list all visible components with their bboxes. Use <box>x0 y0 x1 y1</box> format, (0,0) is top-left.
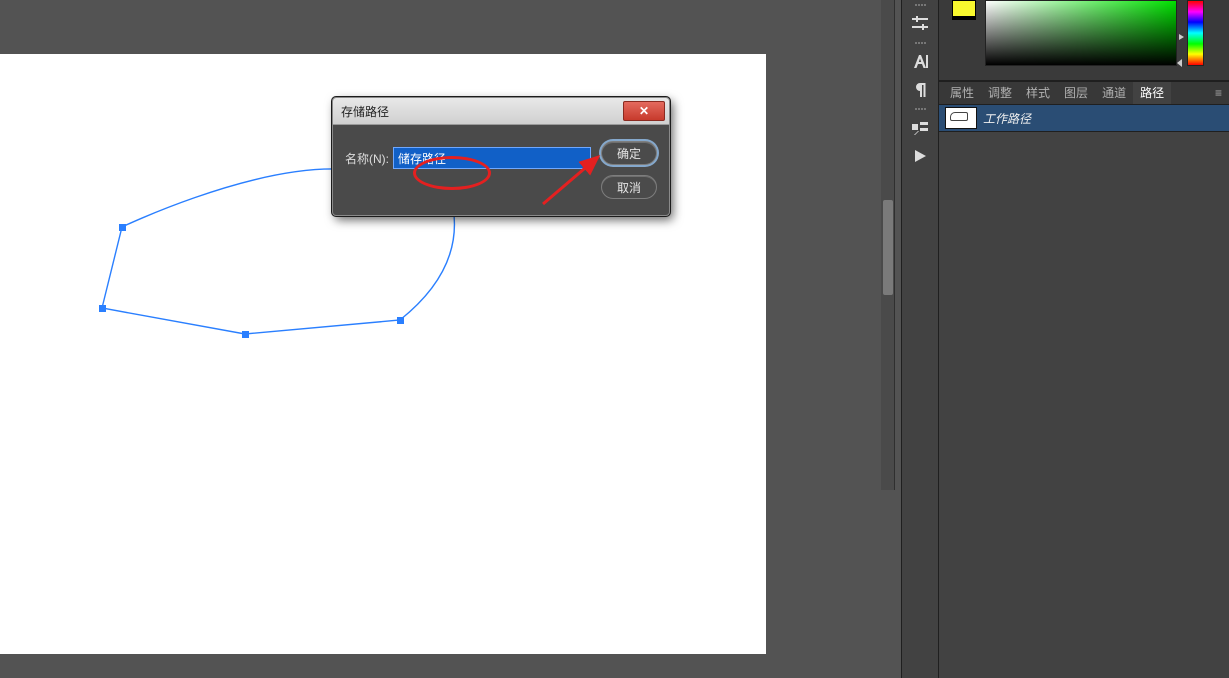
character-icon <box>911 53 929 71</box>
dialog-title: 存储路径 <box>341 103 389 120</box>
play-icon <box>912 148 928 164</box>
canvas-vertical-scrollbar[interactable] <box>881 0 895 490</box>
path-item[interactable]: 工作路径 <box>939 105 1229 132</box>
color-spectrum[interactable] <box>985 0 1177 66</box>
hue-indicator-icon <box>1179 34 1184 40</box>
cancel-button[interactable]: 取消 <box>601 175 657 199</box>
panel-tabbar: 属性 调整 样式 图层 通道 路径 ≡ <box>939 81 1229 105</box>
fg-bg-swatch[interactable] <box>947 0 979 28</box>
name-label: 名称(N): <box>345 150 389 167</box>
actions-panel-icon[interactable] <box>901 142 939 170</box>
collapsed-panels-strip <box>901 0 939 678</box>
panel-grip[interactable] <box>901 40 939 46</box>
dialog-body: 名称(N): 确定 取消 <box>333 125 669 215</box>
close-button[interactable]: ✕ <box>623 101 665 121</box>
character-panel-icon[interactable] <box>901 48 939 76</box>
paragraph-icon <box>911 81 929 99</box>
path-name-input[interactable] <box>393 147 591 169</box>
save-path-dialog: 存储路径 ✕ 名称(N): 确定 取消 <box>332 97 670 216</box>
paragraph-panel-icon[interactable] <box>901 76 939 104</box>
foreground-swatch[interactable] <box>952 0 976 20</box>
tab-channels[interactable]: 通道 <box>1095 82 1133 104</box>
scrollbar-thumb[interactable] <box>883 200 893 295</box>
ruler-icon <box>911 119 929 137</box>
right-panel-column: 属性 调整 样式 图层 通道 路径 ≡ 工作路径 <box>939 0 1229 678</box>
tab-adjustments[interactable]: 调整 <box>981 82 1019 104</box>
tab-styles[interactable]: 样式 <box>1019 82 1057 104</box>
measure-panel-icon[interactable] <box>901 114 939 142</box>
dialog-titlebar[interactable]: 存储路径 ✕ <box>333 98 669 125</box>
panel-grip[interactable] <box>901 2 939 8</box>
ok-button[interactable]: 确定 <box>601 141 657 165</box>
panel-menu-icon[interactable]: ≡ <box>1209 82 1229 104</box>
path-thumbnail <box>945 107 977 129</box>
close-icon: ✕ <box>639 104 649 118</box>
panel-grip[interactable] <box>901 106 939 112</box>
tab-properties[interactable]: 属性 <box>943 82 981 104</box>
tab-layers[interactable]: 图层 <box>1057 82 1095 104</box>
color-panel <box>939 0 1229 81</box>
tab-paths[interactable]: 路径 <box>1133 81 1171 104</box>
hue-slider[interactable] <box>1187 0 1204 66</box>
path-item-label: 工作路径 <box>983 110 1031 127</box>
adjustments-panel-icon[interactable] <box>901 10 939 38</box>
sliders-icon <box>911 15 929 33</box>
paths-list: 工作路径 <box>939 105 1229 661</box>
